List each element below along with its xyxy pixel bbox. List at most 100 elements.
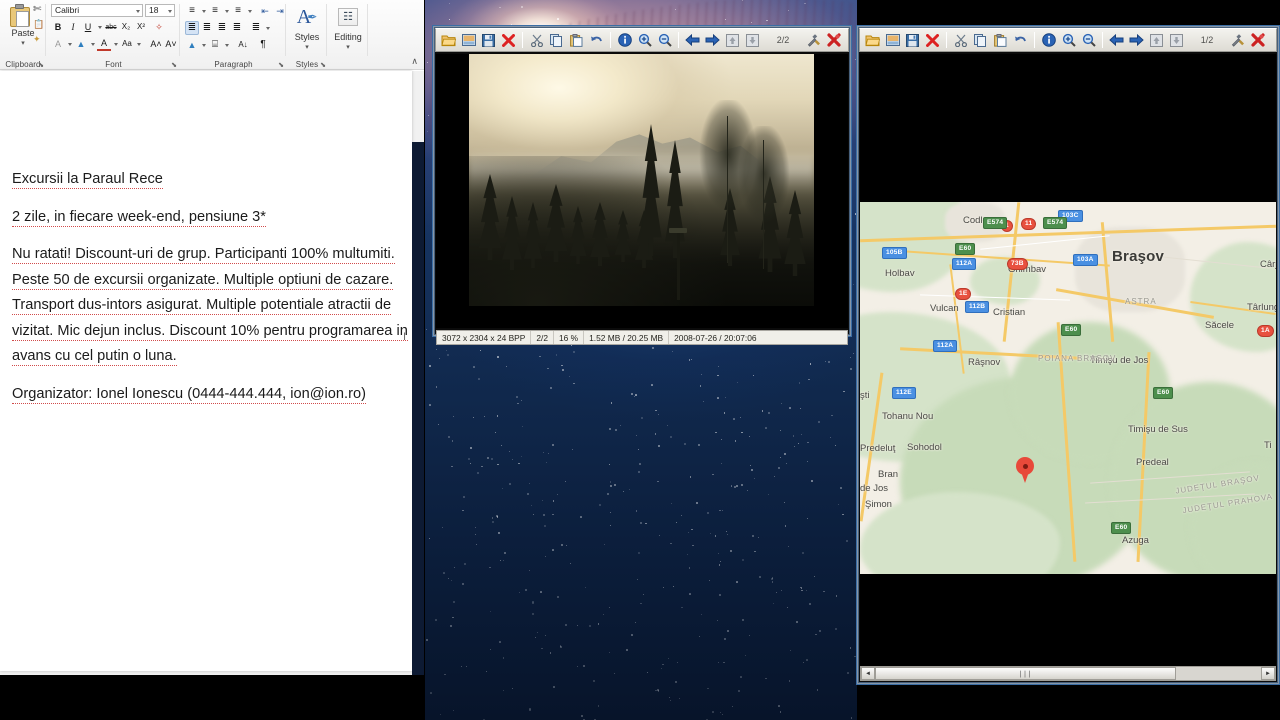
delete-icon[interactable]: [499, 31, 518, 50]
word-window[interactable]: Paste ▾ ✄ 📋 ✦ Clipboard ⬊ Calibri 18 B I…: [0, 0, 424, 675]
ribbon-group-clipboard[interactable]: Paste ▾ ✄ 📋 ✦ Clipboard ⬊: [0, 0, 46, 70]
viewer1-toolbar[interactable]: 2/2: [435, 28, 849, 52]
editing-dropdown-arrow[interactable]: ▾: [328, 43, 368, 51]
change-case-button[interactable]: Aa: [120, 37, 134, 51]
settings-icon[interactable]: [804, 31, 823, 50]
image-viewer-photo-window[interactable]: 2/2 3072 x 2304 x 24 BPP 2/2 16 % 1.52 M…: [432, 25, 852, 345]
image-viewer-map-window[interactable]: 1/2 Codlea Holbav Ghimbav Vulcan Cristia…: [856, 25, 1280, 685]
thumbnails-icon[interactable]: [459, 31, 478, 50]
cut-icon[interactable]: ✄: [33, 4, 41, 15]
font-color-icon[interactable]: A: [97, 37, 111, 51]
word-ribbon[interactable]: Paste ▾ ✄ 📋 ✦ Clipboard ⬊ Calibri 18 B I…: [0, 0, 424, 70]
word-document-area[interactable]: Excursii la Paraul Rece 2 zile, in fieca…: [0, 71, 424, 675]
copy-icon[interactable]: [971, 31, 990, 50]
highlight-dropdown-icon[interactable]: [89, 37, 96, 51]
align-left-icon[interactable]: ≣: [185, 21, 199, 35]
first-image-icon[interactable]: [723, 31, 742, 50]
text-effects-icon[interactable]: A: [51, 37, 65, 51]
font-name-combobox[interactable]: Calibri: [51, 4, 143, 17]
format-painter-icon[interactable]: ✦: [33, 34, 41, 45]
open-folder-icon[interactable]: [439, 31, 458, 50]
align-center-icon[interactable]: ≣: [200, 21, 214, 35]
viewer2-horizontal-scrollbar[interactable]: ◄ ∣∣∣ ►: [860, 666, 1276, 681]
delete-icon[interactable]: [923, 31, 942, 50]
save-icon[interactable]: [903, 31, 922, 50]
ribbon-group-styles[interactable]: A ✒ Styles ▾ Styles ⬊: [287, 0, 327, 70]
styles-dialog-launcher[interactable]: ⬊: [320, 61, 326, 69]
multilevel-dropdown-icon[interactable]: [246, 4, 253, 18]
show-formatting-marks-icon[interactable]: ¶: [256, 38, 270, 52]
thumbnails-icon[interactable]: [883, 31, 902, 50]
paste-icon[interactable]: [991, 31, 1010, 50]
previous-icon[interactable]: [1107, 31, 1126, 50]
change-case-dropdown-icon[interactable]: [135, 37, 142, 51]
document-text-body[interactable]: Excursii la Paraul Rece 2 zile, in fieca…: [12, 167, 408, 407]
font-size-combobox[interactable]: 18: [145, 4, 175, 17]
undo-icon[interactable]: [1011, 31, 1030, 50]
copy-icon[interactable]: [547, 31, 566, 50]
chevron-down-icon[interactable]: [168, 10, 172, 13]
underline-button[interactable]: U: [81, 20, 95, 34]
numbered-list-icon[interactable]: ≡: [208, 4, 222, 18]
styles-dropdown-arrow[interactable]: ▾: [287, 43, 327, 51]
info-icon[interactable]: [1039, 31, 1058, 50]
find-binoculars-icon[interactable]: ☷: [328, 3, 368, 31]
cut-icon[interactable]: [527, 31, 546, 50]
underline-dropdown-icon[interactable]: [96, 20, 103, 34]
font-color-dropdown-icon[interactable]: [112, 37, 119, 51]
bullet-dropdown-icon[interactable]: [200, 4, 207, 18]
viewer1-image-canvas[interactable]: [436, 54, 848, 328]
justify-icon[interactable]: ≣: [230, 21, 244, 35]
document-page[interactable]: Excursii la Paraul Rece 2 zile, in fieca…: [0, 71, 412, 671]
strikethrough-button[interactable]: abc: [104, 20, 118, 34]
collapse-ribbon-button[interactable]: ∧: [411, 56, 418, 67]
settings-icon[interactable]: [1228, 31, 1247, 50]
map-pin-paraul-rece[interactable]: [1016, 457, 1034, 483]
grow-font-button[interactable]: A˄: [149, 37, 163, 51]
text-effects-dropdown-icon[interactable]: [66, 37, 73, 51]
copy-icon[interactable]: 📋: [33, 19, 44, 30]
paragraph-dialog-launcher[interactable]: ⬊: [278, 61, 284, 69]
bold-button[interactable]: B: [51, 20, 65, 34]
undo-icon[interactable]: [587, 31, 606, 50]
shrink-font-button[interactable]: A˅: [164, 37, 178, 51]
borders-icon[interactable]: ⌸: [208, 38, 222, 52]
italic-button[interactable]: I: [66, 20, 80, 34]
last-image-icon[interactable]: [1167, 31, 1186, 50]
clear-formatting-icon[interactable]: ✧: [152, 20, 166, 34]
scroll-left-arrow[interactable]: ◄: [861, 667, 875, 680]
close-icon[interactable]: [1248, 31, 1267, 50]
zoom-in-icon[interactable]: [1059, 31, 1078, 50]
cut-icon[interactable]: [951, 31, 970, 50]
open-folder-icon[interactable]: [863, 31, 882, 50]
sort-icon[interactable]: A↓: [236, 38, 250, 52]
text-highlight-color-icon[interactable]: ▲: [74, 37, 88, 51]
numbered-dropdown-icon[interactable]: [223, 4, 230, 18]
ribbon-group-editing[interactable]: ☷ Editing ▾: [328, 0, 368, 70]
last-image-icon[interactable]: [743, 31, 762, 50]
paste-icon[interactable]: [9, 4, 33, 28]
previous-icon[interactable]: [683, 31, 702, 50]
align-right-icon[interactable]: ≣: [215, 21, 229, 35]
font-dialog-launcher[interactable]: ⬊: [171, 61, 177, 69]
chevron-down-icon[interactable]: [136, 10, 140, 13]
line-spacing-dropdown-icon[interactable]: [264, 21, 271, 35]
first-image-icon[interactable]: [1147, 31, 1166, 50]
info-icon[interactable]: [615, 31, 634, 50]
multilevel-list-icon[interactable]: ≡: [231, 4, 245, 18]
zoom-out-icon[interactable]: [655, 31, 674, 50]
ribbon-group-paragraph[interactable]: ≡ ≡ ≡ ⇤ ⇥ ≣ ≣ ≣ ≣ ≣ ▲ ⌸ A↓ ¶ Paragraph ⬊: [181, 0, 286, 70]
line-spacing-icon[interactable]: ≣: [249, 21, 263, 35]
next-icon[interactable]: [703, 31, 722, 50]
styles-icon[interactable]: A ✒: [287, 3, 327, 31]
paste-icon[interactable]: [567, 31, 586, 50]
next-icon[interactable]: [1127, 31, 1146, 50]
zoom-in-icon[interactable]: [635, 31, 654, 50]
save-icon[interactable]: [479, 31, 498, 50]
shading-dropdown-icon[interactable]: [200, 38, 207, 52]
ribbon-group-font[interactable]: Calibri 18 B I U abc X₂ X² ✧ A ▲ A Aa A˄…: [47, 0, 180, 70]
scrollbar-thumb[interactable]: ∣∣∣: [875, 667, 1177, 680]
viewer2-image-canvas[interactable]: Codlea Holbav Ghimbav Vulcan Cristian Râşnov B…: [860, 54, 1276, 679]
decrease-indent-icon[interactable]: ⇤: [258, 4, 272, 18]
bullet-list-icon[interactable]: ≡: [185, 4, 199, 18]
